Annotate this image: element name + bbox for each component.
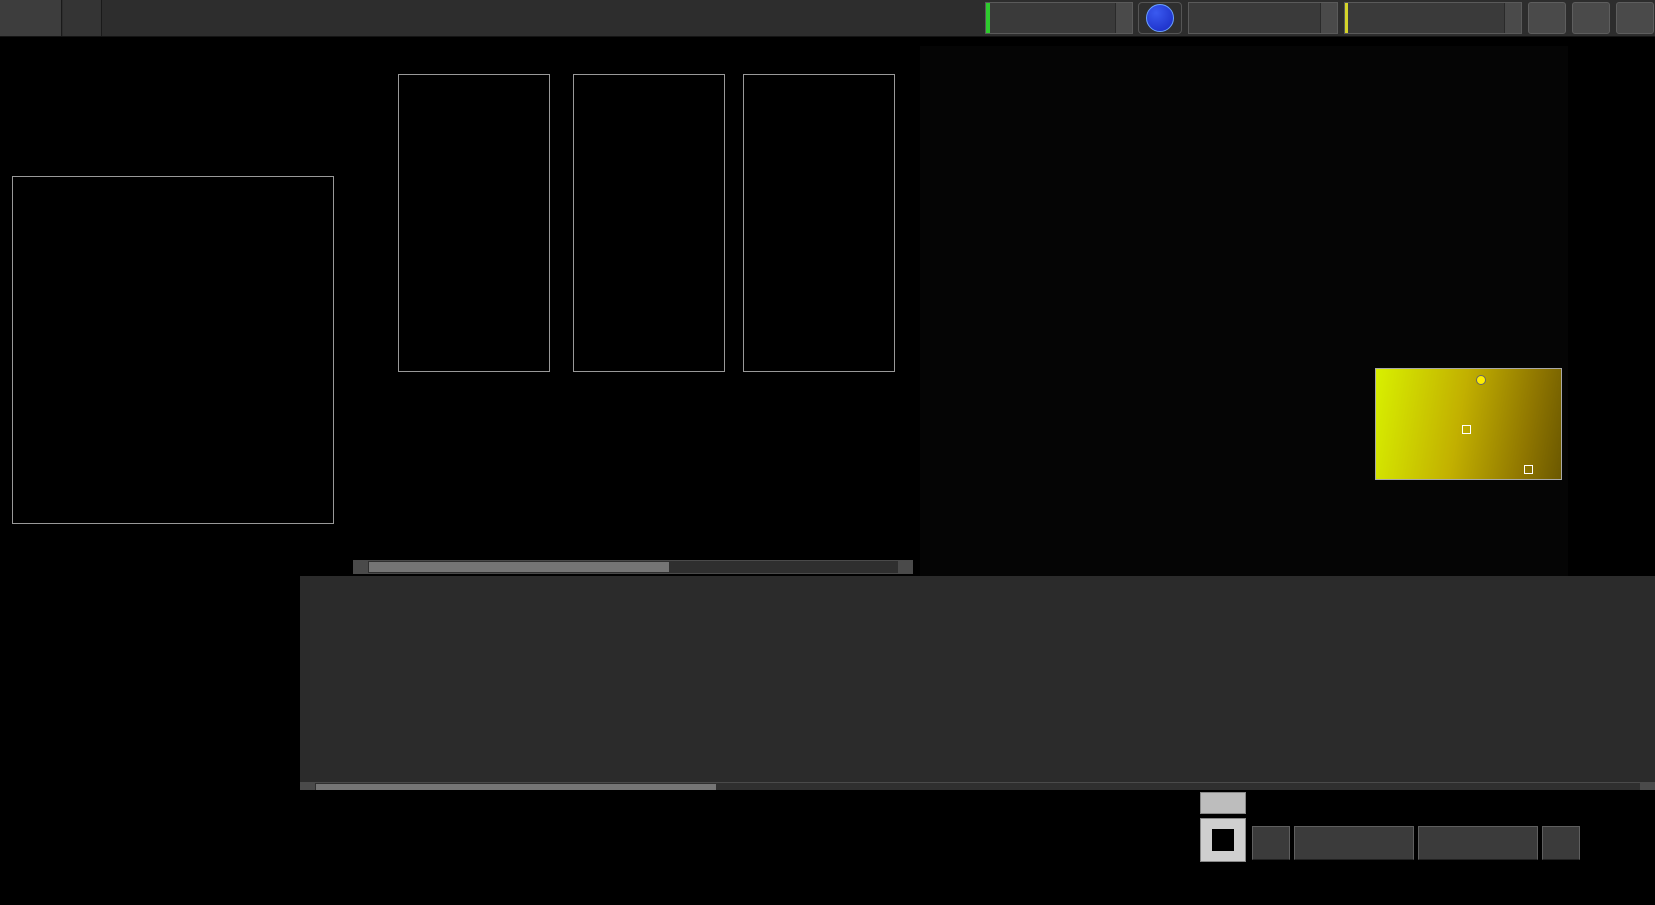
scrollbar-thumb[interactable] [369,562,669,572]
deltae-bar-chart [12,176,334,524]
spectral-locus [920,46,1568,588]
meter-dropdown[interactable] [985,2,1133,34]
top-bar [0,0,1655,37]
reading-count-badge [1138,2,1182,34]
pattern-source-dropdown[interactable] [1188,2,1338,34]
next-chevron-button[interactable] [1542,826,1580,860]
add-tab-button[interactable] [63,0,102,36]
help-icon[interactable] [1572,2,1610,34]
deltal-chart [370,54,550,399]
chevron-down-icon[interactable] [1115,3,1132,33]
inset-measured-point [1476,375,1486,385]
next-button[interactable] [1418,826,1538,860]
badge-value [1146,4,1174,32]
deltah-plot [743,74,895,372]
cie-zoom-inset [1375,368,1562,480]
deltac-chart [545,54,725,399]
chevron-down-icon[interactable] [1320,3,1337,33]
window-pattern-icon [1212,829,1234,851]
inset-target-point [1462,425,1471,434]
gear-icon[interactable] [1528,2,1566,34]
display-control-dropdown[interactable] [1344,2,1522,34]
pattern-selection-bar [0,790,1655,905]
inset-target-point [1524,465,1533,474]
scroll-left-icon[interactable] [354,561,368,573]
meter-status-indicator [986,3,990,33]
window-pattern-button[interactable] [1200,818,1246,862]
display-control-indicator [1345,3,1348,33]
tab-history-1[interactable] [0,0,62,36]
chevron-down-icon[interactable] [1504,3,1521,33]
back-button[interactable] [1294,826,1414,860]
deltae-x-axis [12,524,350,542]
cie-diagram [920,46,1568,588]
prev-chevron-button[interactable] [1252,826,1290,860]
patch-up-button[interactable] [1200,792,1246,814]
strip-scrollbar[interactable] [353,560,913,574]
deltal-plot [398,74,550,372]
session-icon[interactable] [1616,2,1654,34]
measurement-table [300,576,1655,782]
scroll-right-icon[interactable] [898,561,912,573]
actual-row-label [353,424,369,508]
deltah-chart [715,54,895,399]
patch-comparison-strip [353,416,913,574]
deltac-plot [573,74,725,372]
